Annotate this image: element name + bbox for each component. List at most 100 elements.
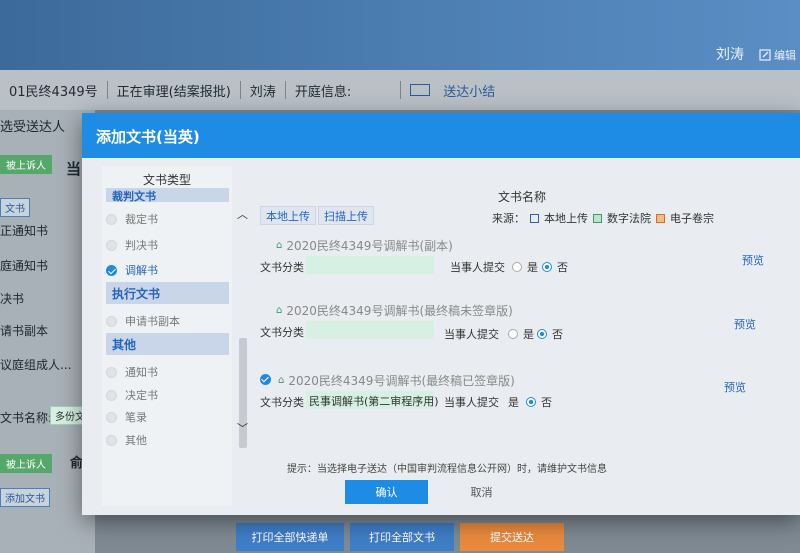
doc-title[interactable]: ⌂ 2020民终4349号调解书(最终稿已签章版) [278, 372, 515, 389]
radio-button [508, 329, 518, 339]
party-submit-label: 当事人提交 [450, 261, 505, 274]
doc-name-header: 文书名称 [498, 190, 547, 204]
party-submit-yes[interactable]: 是 [508, 326, 534, 342]
party-submit-yes[interactable]: 是 [512, 259, 538, 275]
modal-title: 添加文书(当英) [96, 128, 200, 146]
group-judgment-docs[interactable]: 裁判文书 [106, 188, 229, 202]
chevron-down-icon[interactable]: ﹀ [237, 420, 248, 436]
case-status: 正在审理(结案报批) [116, 84, 231, 100]
source-label: 来源： [492, 212, 525, 225]
party-title: 当 [66, 160, 82, 178]
doc-row: ⌂ 2020民终4349号调解书(最终稿已签章版) 文书分类 民事调解书(第二审… [254, 372, 794, 432]
select-recipient-label[interactable]: 选受送达人 [0, 116, 65, 135]
radio-icon [106, 411, 117, 423]
edit-label: 编辑 [774, 49, 796, 62]
source-legend: 来源： 本地上传 数字法院 电子卷宗 [492, 210, 714, 226]
doc-type-transcript[interactable]: 笔录 [106, 409, 147, 425]
no-label: 否 [552, 328, 563, 341]
document-icon [410, 84, 431, 96]
confirm-button[interactable]: 确认 [345, 480, 428, 504]
radio-icon [106, 389, 117, 401]
check-icon[interactable] [260, 374, 271, 385]
doc-title[interactable]: ⌂ 2020民终4349号调解书(副本) [276, 237, 453, 254]
user-name[interactable]: 刘涛 [716, 44, 744, 64]
doc-type-label: 调解书 [125, 264, 158, 277]
print-all-express-button[interactable]: 打印全部快递单 [236, 523, 344, 551]
source-digital-court: 数字法院 [607, 212, 651, 225]
cancel-button[interactable]: 取消 [455, 480, 508, 504]
preview-link[interactable]: 预览 [734, 316, 756, 332]
doc-type-notice[interactable]: 通知书 [106, 364, 158, 380]
doc-type-judgment[interactable]: 判决书 [106, 237, 158, 253]
source-local: 本地上传 [544, 212, 588, 225]
check-icon [106, 264, 117, 276]
radio-icon [106, 213, 117, 225]
radio-icon [106, 434, 117, 446]
bg-doc-item: 决书 [0, 292, 25, 306]
app-header: 刘涛 编辑 [0, 0, 800, 70]
digital-court-icon: ⌂ [276, 240, 283, 251]
radio-button [542, 262, 552, 272]
add-document-modal: 添加文书(当英) 文书类型 裁判文书 裁定书 判决书 调解书 执行文书 申请书副… [82, 113, 800, 515]
doc-type-decision[interactable]: 决定书 [106, 387, 158, 403]
party-submit-no[interactable]: 否 [537, 326, 563, 342]
yes-label: 是 [508, 396, 519, 409]
radio-button [526, 397, 536, 407]
doc-name-label: 文书名称: [0, 411, 53, 425]
bg-doc-item: 请书副本 [0, 324, 49, 338]
yes-label: 是 [527, 261, 538, 274]
appellee-tag-2: 被上诉人 [0, 454, 52, 473]
no-label: 否 [557, 261, 568, 274]
chevron-up-icon[interactable]: ︿ [237, 206, 248, 222]
doc-type-mediation[interactable]: 调解书 [106, 262, 158, 278]
local-upload-icon [530, 213, 539, 223]
edit-button[interactable]: 编辑 [759, 47, 796, 63]
doc-tab[interactable]: 文书 [0, 198, 30, 217]
radio-icon [106, 366, 117, 378]
doc-name: 2020民终4349号调解书(最终稿已签章版) [288, 374, 515, 388]
submit-delivery-button[interactable]: 提交送达 [460, 523, 564, 551]
delivery-tip: 提示：当选择电子送达（中国审判流程信息公开网）时，请维护文书信息 [287, 464, 607, 475]
bg-doc-item: 议庭组成人... [0, 358, 72, 372]
doc-row: ⌂ 2020民终4349号调解书(副本) 文书分类 当事人提交 是 否 预览 [254, 237, 794, 297]
group-execution-docs[interactable]: 执行文书 [106, 282, 229, 304]
hearing-info-label: 开庭信息: [294, 84, 352, 100]
doc-type-label: 通知书 [125, 366, 158, 379]
doc-type-other[interactable]: 其他 [106, 432, 147, 448]
radio-button [537, 329, 547, 339]
case-judge: 刘涛 [249, 84, 276, 100]
yes-label: 是 [523, 328, 534, 341]
doc-type-ruling[interactable]: 裁定书 [106, 211, 158, 227]
preview-link[interactable]: 预览 [724, 379, 746, 395]
edit-icon [759, 49, 771, 61]
doc-category-field[interactable]: 民事调解书(第二审程序用) [306, 391, 439, 409]
bg-doc-item: 正通知书 [0, 224, 49, 238]
preview-link[interactable]: 预览 [742, 252, 764, 268]
party-submit-label: 当事人提交 [444, 396, 499, 409]
delivery-summary-link[interactable]: 送达小结 [401, 81, 513, 100]
party-submit-no[interactable]: 否 [526, 394, 552, 410]
doc-type-application-copy[interactable]: 申请书副本 [106, 313, 180, 329]
local-upload-button[interactable]: 本地上传 [260, 206, 316, 225]
scan-upload-button[interactable]: 扫描上传 [318, 206, 374, 225]
add-doc-button[interactable]: 添加文书 [0, 488, 50, 507]
doc-category-label: 文书分类 [260, 326, 304, 339]
digital-court-icon: ⌂ [278, 375, 285, 386]
doc-category-label: 文书分类 [260, 396, 304, 409]
radio-icon [106, 315, 117, 327]
doc-category-field[interactable] [306, 321, 434, 339]
doc-name-panel: 文书名称 本地上传 扫描上传 来源： 本地上传 数字法院 电子卷宗 ⌂ 2020… [254, 166, 794, 466]
party-submit-yes[interactable]: 是 [508, 394, 519, 410]
doc-title[interactable]: ⌂ 2020民终4349号调解书(最终稿未签章版) [276, 302, 513, 319]
doc-type-scrollbar[interactable]: ︿ ﹀ [237, 206, 248, 498]
party-submit-no[interactable]: 否 [542, 259, 568, 275]
bg-doc-item: 庭通知书 [0, 259, 49, 273]
doc-type-header: 文书类型 [142, 173, 191, 187]
print-all-docs-button[interactable]: 打印全部文书 [350, 523, 454, 551]
doc-type-label: 裁定书 [125, 213, 158, 226]
delivery-summary-label: 送达小结 [443, 84, 496, 100]
doc-type-label: 其他 [125, 434, 147, 447]
group-other[interactable]: 其他 [106, 333, 229, 355]
doc-category-field[interactable] [306, 256, 434, 274]
radio-icon [106, 239, 117, 251]
